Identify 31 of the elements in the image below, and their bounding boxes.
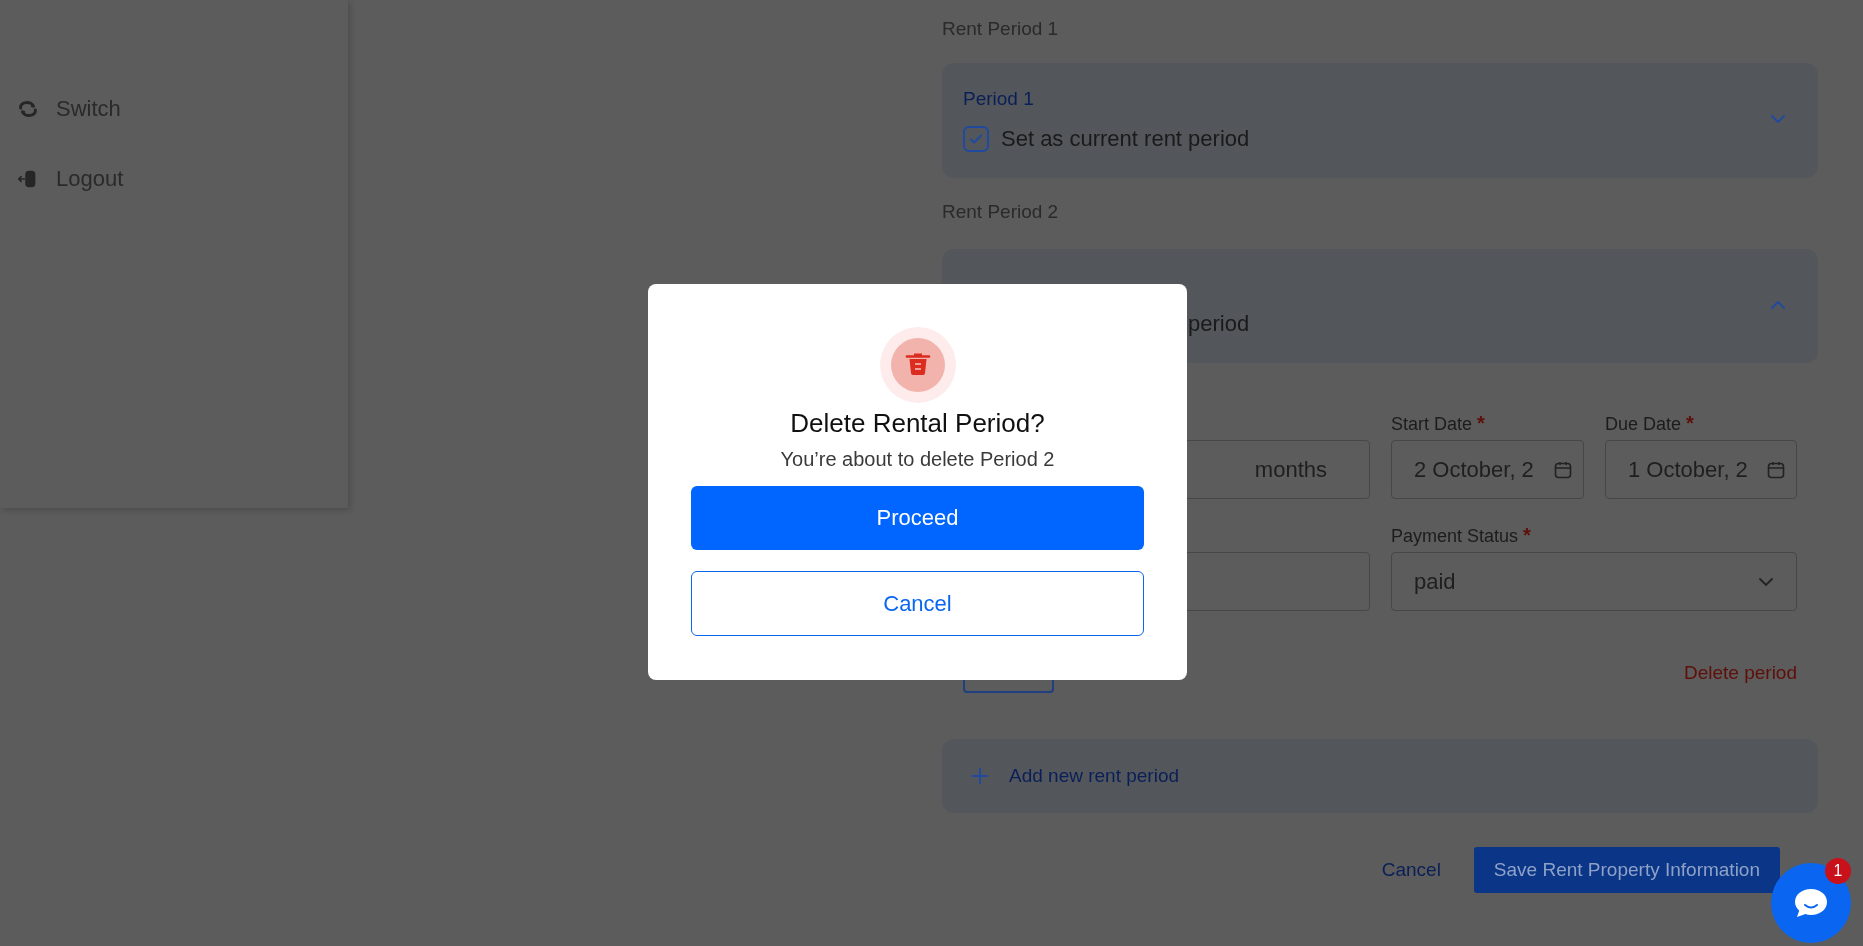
field-label: Due Date [1605, 414, 1682, 434]
date-field[interactable]: 1 October, 2 [1605, 440, 1797, 499]
chevron-up-icon[interactable] [1770, 299, 1786, 310]
field-label: Start Date [1391, 414, 1473, 434]
required-mark: * [1686, 412, 1694, 434]
required-mark: * [1523, 524, 1531, 546]
cancel-button[interactable]: Cancel [691, 571, 1144, 636]
notification-badge: 1 [1825, 858, 1851, 884]
select-field[interactable]: paid [1391, 552, 1797, 611]
checkbox-label: Set as current rent period [1001, 126, 1250, 152]
save-button[interactable]: Save Rent Property Information [1473, 847, 1780, 893]
checkbox-label: period [1188, 311, 1250, 337]
period-panel[interactable]: Period 1 Set as current rent period [942, 63, 1818, 178]
delete-period-link[interactable]: Delete period [1683, 662, 1797, 684]
proceed-button[interactable]: Proceed [691, 486, 1144, 550]
chevron-down-icon [1758, 576, 1774, 587]
plus-icon [970, 766, 990, 786]
calendar-icon [1553, 459, 1573, 480]
trash-icon [879, 327, 956, 403]
modal-message: You’re about to delete Period 2 [780, 447, 1055, 472]
switch-icon [17, 98, 39, 120]
cancel-link[interactable]: Cancel [1381, 859, 1441, 881]
date-field[interactable]: 2 October, 2 [1391, 440, 1584, 499]
checkbox[interactable] [963, 126, 989, 152]
required-mark: * [1477, 412, 1485, 434]
add-period-button[interactable]: Add new rent period [942, 739, 1818, 813]
calendar-icon [1766, 459, 1786, 480]
field-label: Payment Status [1391, 526, 1519, 546]
modal-title: Delete Rental Period? [790, 407, 1045, 439]
period-title: Period 1 [963, 87, 1035, 111]
chevron-down-icon[interactable] [1770, 114, 1786, 124]
